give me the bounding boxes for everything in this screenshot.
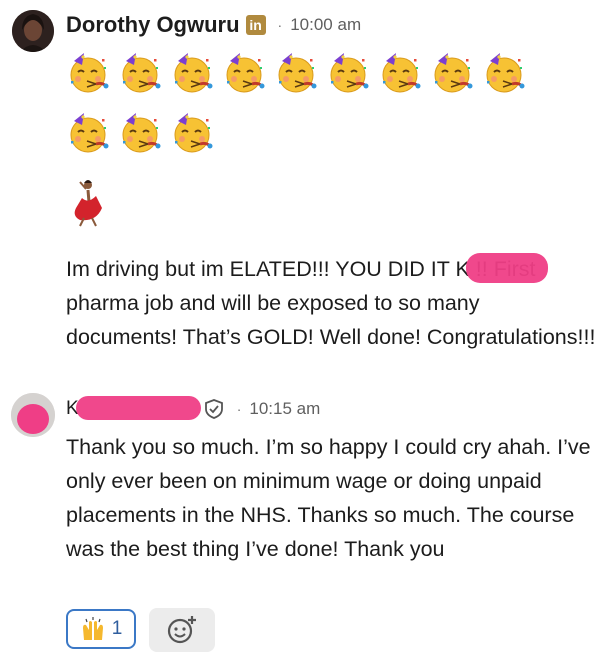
verified-shield-icon xyxy=(204,399,223,419)
partying-face-icon xyxy=(485,51,526,94)
dancer-icon xyxy=(74,180,102,227)
separator-dot: · xyxy=(236,401,242,417)
redaction-mark xyxy=(466,253,548,283)
partying-face-icon xyxy=(69,111,110,154)
partying-face-icon xyxy=(329,51,370,94)
emoji-row xyxy=(66,111,215,156)
add-reaction-button[interactable] xyxy=(149,608,215,652)
timestamp: 10:00 am xyxy=(290,15,362,34)
reaction-chip[interactable]: 1 xyxy=(66,609,136,649)
avatar-photo xyxy=(11,393,55,437)
partying-face-icon xyxy=(173,111,214,154)
partying-face-icon xyxy=(173,51,214,94)
separator-dot: · xyxy=(277,17,283,33)
partying-face-icon xyxy=(69,51,110,94)
avatar-dorothy[interactable] xyxy=(12,10,54,52)
redaction-mark xyxy=(76,396,201,420)
avatar-photo xyxy=(12,10,54,52)
linkedin-badge-icon: in xyxy=(245,15,266,35)
add-reaction-icon xyxy=(167,616,196,644)
author-row: Dorothy Ogwuru in · 10:00 am xyxy=(66,12,361,38)
partying-face-icon xyxy=(433,51,474,94)
author-name[interactable]: Dorothy Ogwuru xyxy=(66,12,240,38)
partying-face-icon xyxy=(121,51,162,94)
reaction-count: 1 xyxy=(111,618,123,639)
partying-face-icon xyxy=(381,51,422,94)
message-text: Thank you so much. I’m so happy I could … xyxy=(66,435,591,561)
partying-face-icon xyxy=(225,51,266,94)
partying-face-icon xyxy=(277,51,318,94)
raised-hands-icon xyxy=(82,617,103,640)
timestamp: 10:15 am xyxy=(249,399,321,418)
avatar-reply-author[interactable] xyxy=(11,393,55,437)
partying-face-icon xyxy=(121,111,162,154)
emoji-row xyxy=(66,51,527,96)
